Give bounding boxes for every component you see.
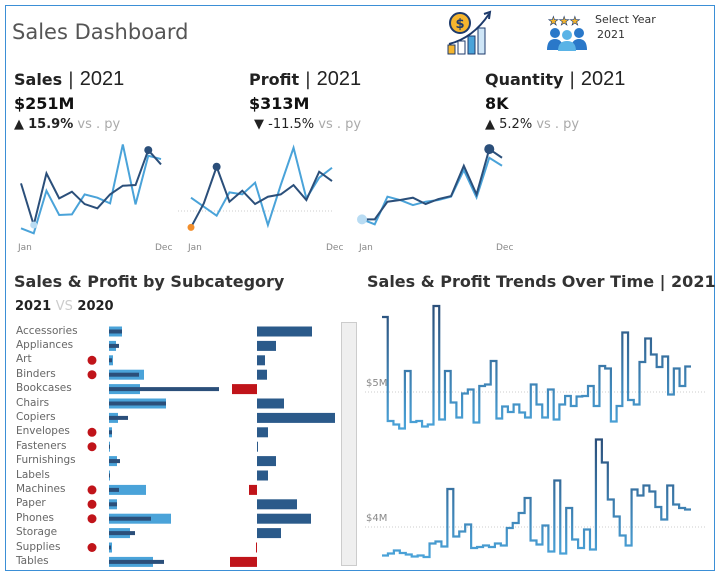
profit-bar[interactable] [257, 355, 265, 366]
kpi-vs-label: vs . py [318, 117, 362, 132]
profit-bar[interactable] [257, 513, 311, 524]
reference-label: $4M [366, 513, 387, 524]
decline-flag-icon [87, 485, 97, 495]
sales-2020-bar[interactable] [109, 430, 112, 435]
sales-trend-line [382, 304, 691, 430]
kpi-year: 2021 [316, 68, 362, 90]
profit-bar[interactable] [257, 412, 335, 423]
decline-flag-icon [87, 499, 97, 509]
kpi-vs-label: vs . py [77, 117, 121, 132]
subcategory-bars [87, 326, 335, 567]
decline-flag-icon [87, 370, 97, 380]
sales-2020-bar[interactable] [109, 545, 111, 550]
axis-start-label: Jan [187, 243, 202, 253]
axis-start-label: Jan [358, 243, 373, 253]
year-current: 2021 [15, 299, 52, 314]
profit-bar[interactable] [230, 556, 257, 567]
sales-2020-bar[interactable] [109, 559, 164, 564]
team-stars-icon: ★★★ [547, 14, 587, 51]
max-marker [484, 144, 495, 155]
trends-chart: $5M $4M [365, 304, 705, 559]
sales-2020-bar[interactable] [109, 502, 117, 507]
kpi-change: 15.9% [28, 117, 74, 132]
decline-flag-icon [87, 355, 97, 365]
sales-2020-bar[interactable] [109, 531, 135, 536]
sales-2020-bar[interactable] [109, 372, 139, 377]
min-marker [30, 221, 38, 229]
subcategory-title: Sales & Profit by Subcategory [14, 272, 285, 291]
trends-title: Sales & Profit Trends Over Time | 2021 [367, 272, 716, 291]
profit-bar[interactable] [249, 484, 257, 495]
arrow-up-icon: ▲ [14, 117, 24, 132]
kpi-vs-label: vs . py [536, 117, 580, 132]
arrow-down-icon: ▼ [254, 117, 264, 132]
max-marker [144, 146, 153, 155]
kpi-year: 2021 [79, 68, 125, 90]
axis-end-label: Dec [496, 243, 513, 253]
vs-label: VS [55, 299, 73, 314]
profit-bar[interactable] [257, 398, 284, 409]
kpi-change: -11.5% [268, 117, 315, 132]
sales-2020-bar[interactable] [109, 459, 120, 464]
kpi-value: 8K [485, 94, 509, 113]
decline-flag-icon [87, 514, 97, 524]
reference-label: $5M [366, 378, 387, 389]
sales-2020-bar[interactable] [109, 487, 119, 492]
select-year-dropdown[interactable]: 2021 [597, 28, 625, 41]
sales-2020-bar[interactable] [109, 473, 110, 478]
previous-year-line [190, 144, 333, 229]
sales-2020-bar[interactable] [109, 329, 122, 334]
profit-bar[interactable] [257, 499, 297, 510]
kpi-year: 2021 [580, 68, 626, 90]
kpi-name: Sales [14, 70, 63, 89]
sales-2020-bar[interactable] [109, 516, 151, 521]
kpi-value: $313M [249, 94, 310, 113]
subcategory-subtitle: 2021 VS 2020 [15, 299, 114, 314]
sales-2020-bar[interactable] [109, 343, 119, 348]
kpi-sparklines: Jan Dec Jan Dec Jan Dec [17, 144, 513, 253]
sales-2020-bar[interactable] [109, 415, 128, 420]
axis-end-label: Dec [155, 243, 172, 253]
profit-bar[interactable] [257, 528, 281, 539]
profit-bar[interactable] [257, 470, 268, 481]
kpi-name: Quantity [485, 70, 564, 89]
svg-text:$: $ [455, 17, 464, 32]
year-previous: 2020 [77, 299, 114, 314]
kpi-change: 5.2% [499, 117, 533, 132]
select-year-label: Select Year [595, 13, 656, 26]
sales-growth-icon: $ [447, 10, 492, 55]
decline-flag-icon [87, 543, 97, 552]
dashboard: Sales Dashboard $ ★★★ Select Year 2021 S… [0, 0, 720, 576]
profit-bar[interactable] [257, 326, 312, 337]
current-year-line [190, 163, 333, 228]
profit-trend-line [382, 438, 691, 559]
scrollbar[interactable] [341, 322, 357, 566]
profit-bar[interactable] [257, 369, 267, 380]
sales-2020-bar[interactable] [109, 387, 219, 392]
page-title: Sales Dashboard [12, 20, 189, 44]
profit-bar[interactable] [257, 340, 276, 351]
arrow-up-icon: ▲ [485, 117, 495, 132]
kpi-name: Profit [249, 70, 300, 89]
sales-2020-bar[interactable] [109, 444, 110, 449]
max-marker [212, 162, 221, 171]
axis-end-label: Dec [326, 243, 343, 253]
decline-flag-icon [87, 427, 97, 437]
sales-2020-bar[interactable] [109, 358, 112, 363]
svg-text:★★★: ★★★ [548, 14, 580, 28]
min-marker [357, 214, 367, 225]
previous-year-line [361, 156, 503, 226]
profit-bar[interactable] [232, 384, 257, 395]
profit-bar[interactable] [256, 542, 257, 553]
min-marker [187, 223, 195, 231]
sales-2020-bar[interactable] [109, 401, 166, 406]
profit-bar[interactable] [257, 456, 276, 467]
profit-bar[interactable] [257, 441, 258, 452]
profit-bar[interactable] [257, 427, 268, 438]
kpi-value: $251M [14, 94, 75, 113]
axis-start-label: Jan [17, 243, 32, 253]
decline-flag-icon [87, 442, 97, 452]
